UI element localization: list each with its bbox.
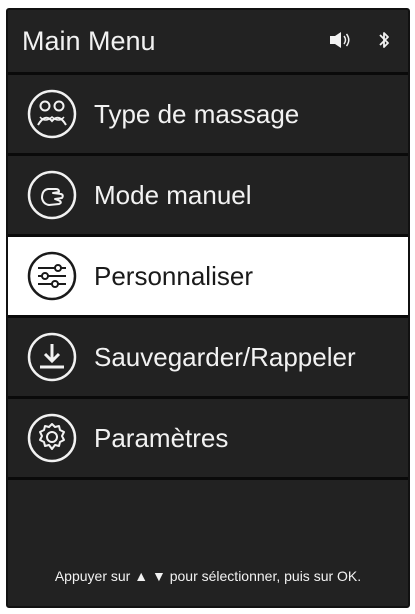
page-title: Main Menu	[22, 25, 156, 56]
menu-item-personnaliser[interactable]: Personnaliser	[8, 237, 408, 315]
up-arrow-icon: ▲	[134, 568, 149, 584]
header-bar: Main Menu	[8, 10, 408, 72]
menu-item-label: Paramètres	[94, 422, 229, 453]
menu-item-label: Sauvegarder/Rappeler	[94, 341, 356, 372]
hint-footer: Appuyer sur ▲ ▼ pour sélectionner, puis …	[8, 546, 408, 606]
download-save-icon	[22, 327, 82, 387]
menu-item-type-de-massage[interactable]: Type de massage	[8, 75, 408, 153]
down-arrow-icon: ▼	[151, 568, 166, 584]
menu-item-label: Type de massage	[94, 98, 300, 129]
massage-type-icon	[22, 84, 82, 144]
divider	[8, 477, 408, 480]
menu-item-sauvegarder-rappeler[interactable]: Sauvegarder/Rappeler	[8, 318, 408, 396]
speaker-icon	[328, 30, 352, 55]
manual-hand-icon	[22, 165, 82, 225]
bluetooth-icon	[378, 30, 390, 55]
hint-suffix: pour sélectionner, puis sur OK.	[169, 568, 362, 584]
sliders-icon	[22, 246, 82, 306]
menu-screen: Main Menu Type de massage Mode manuel Pe…	[6, 8, 410, 608]
menu-item-label: Personnaliser	[94, 260, 253, 291]
menu-item-label: Mode manuel	[94, 179, 252, 210]
status-icons	[328, 30, 390, 55]
gear-icon	[22, 408, 82, 468]
menu-item-parametres[interactable]: Paramètres	[8, 399, 408, 477]
menu-item-mode-manuel[interactable]: Mode manuel	[8, 156, 408, 234]
hint-prefix: Appuyer sur	[54, 568, 131, 584]
